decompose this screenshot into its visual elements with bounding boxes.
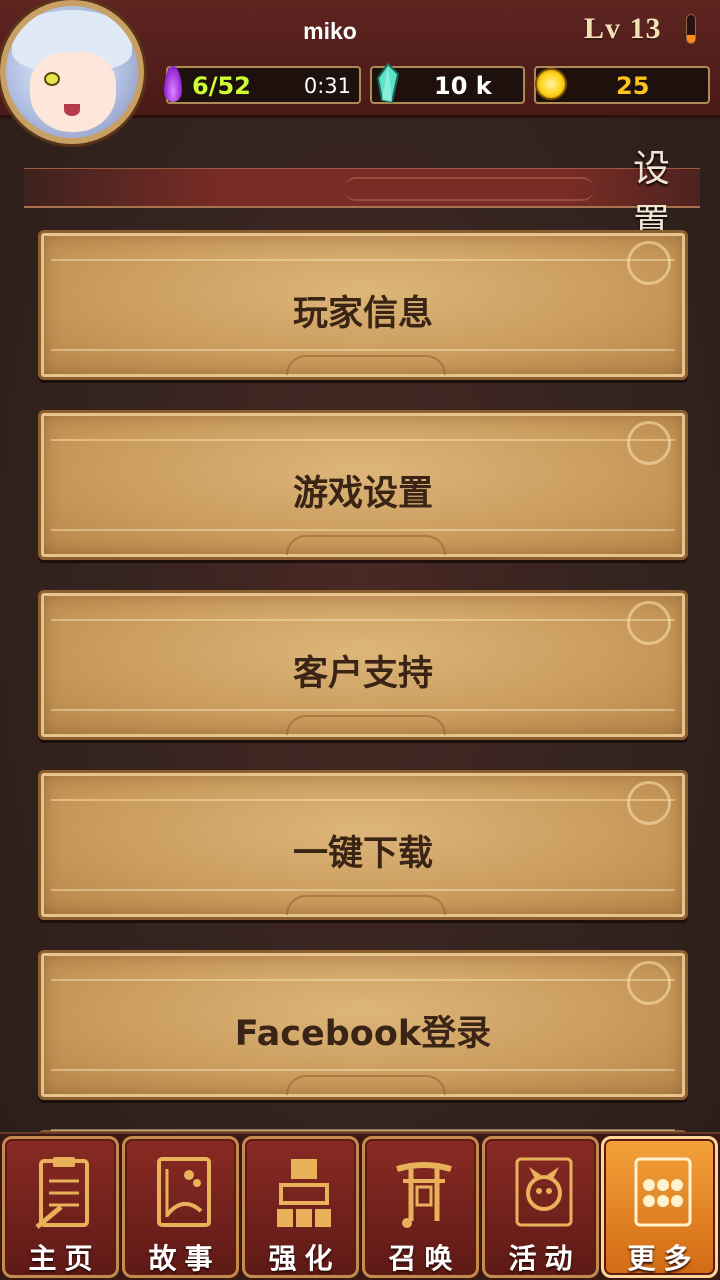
crystal-icon <box>376 62 400 104</box>
tab-summon[interactable]: 召唤 <box>362 1136 479 1278</box>
clipboard-icon <box>35 1157 89 1229</box>
player-level: Lv 13 <box>584 12 662 45</box>
coin-value: 25 <box>616 72 650 100</box>
story-book-icon <box>157 1157 211 1227</box>
blocks-icon <box>277 1159 331 1227</box>
corner-ornament <box>627 241 671 285</box>
arc-ornament <box>286 715 446 735</box>
player-info-label: 玩家信息 <box>292 294 433 334</box>
game-settings-button[interactable]: 游戏设置 <box>38 410 688 560</box>
torii-gate-icon <box>396 1162 452 1228</box>
player-name: miko <box>303 18 357 44</box>
tab-home[interactable]: 主页 <box>2 1136 119 1278</box>
corner-ornament <box>627 601 671 645</box>
arc-ornament <box>286 895 446 915</box>
facebook-login-button[interactable]: Facebook登录 <box>38 950 688 1100</box>
player-info-button[interactable]: 玩家信息 <box>38 230 688 380</box>
player-avatar[interactable] <box>0 0 144 144</box>
tab-more[interactable]: 更多 <box>601 1136 718 1278</box>
level-progress-fill <box>687 34 695 43</box>
corner-ornament <box>627 781 671 825</box>
tab-story-label: 故事 <box>148 1242 221 1275</box>
facebook-login-label: Facebook登录 <box>234 1014 492 1054</box>
tab-home-label: 主页 <box>28 1242 101 1275</box>
one-click-download-button[interactable]: 一键下载 <box>38 770 688 920</box>
tab-enhance-label: 强化 <box>268 1242 341 1275</box>
energy-value: 6/52 <box>192 72 251 100</box>
tab-more-label: 更多 <box>627 1242 700 1275</box>
event-creature-icon <box>515 1157 573 1227</box>
game-settings-label: 游戏设置 <box>292 474 433 514</box>
arc-ornament <box>286 1075 446 1095</box>
banner-ornament <box>344 177 594 201</box>
avatar-face <box>30 52 116 132</box>
corner-ornament <box>627 421 671 465</box>
tab-enhance[interactable]: 强化 <box>242 1136 359 1278</box>
energy-timer: 0:31 <box>303 74 351 98</box>
bottom-navigation: 主页 故事 强化 召唤 活动 更多 <box>0 1132 720 1280</box>
tab-story[interactable]: 故事 <box>122 1136 239 1278</box>
customer-support-button[interactable]: 客户支持 <box>38 590 688 740</box>
tab-summon-label: 召唤 <box>388 1242 461 1275</box>
avatar-eye <box>44 72 60 86</box>
arc-ornament <box>286 355 446 375</box>
customer-support-label: 客户支持 <box>292 654 433 694</box>
coin-icon <box>535 68 567 100</box>
tab-events-label: 活动 <box>508 1242 581 1275</box>
corner-ornament <box>627 961 671 1005</box>
energy-counter[interactable]: 6/52 0:31 <box>166 66 361 104</box>
avatar-mouth <box>64 104 80 116</box>
tab-events[interactable]: 活动 <box>482 1136 599 1278</box>
crystal-value: 10 k <box>434 72 492 100</box>
one-click-download-label: 一键下载 <box>292 834 433 874</box>
level-progress-bar <box>686 14 696 44</box>
more-grid-icon <box>634 1157 692 1227</box>
arc-ornament <box>286 535 446 555</box>
